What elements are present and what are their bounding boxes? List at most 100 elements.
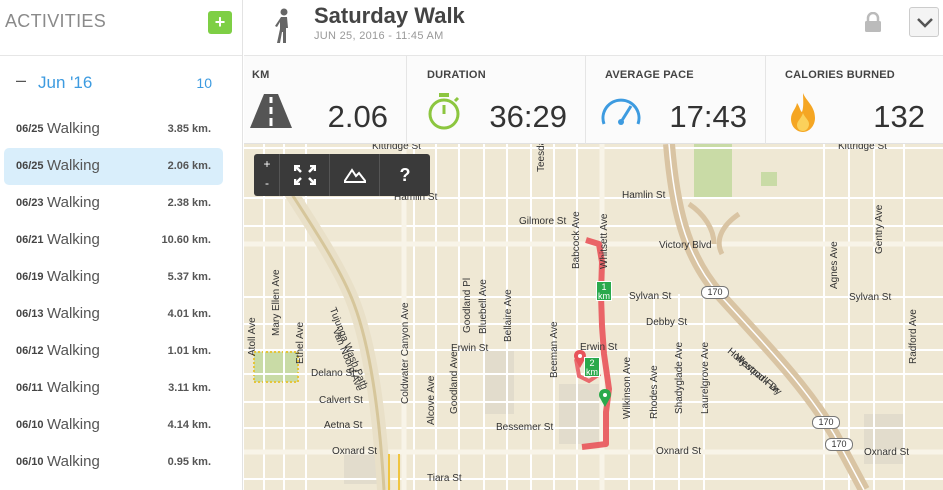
activity-type: Walking xyxy=(47,342,100,359)
activity-distance: 4.14 km. xyxy=(167,419,211,431)
activities-sidebar: ACTIVITIES + – Jun '16 10 06/25 Walking … xyxy=(0,0,243,490)
km-marker: 1 km xyxy=(596,281,612,301)
street-label: Whitsett Ave xyxy=(599,213,610,269)
activity-list-item[interactable]: 06/10 Walking 0.95 km. xyxy=(4,444,223,481)
activity-date: 06/25 xyxy=(16,123,44,135)
stat-pace: AVERAGE PACE 17:43 xyxy=(586,56,766,144)
lock-icon[interactable] xyxy=(864,12,882,32)
street-label: Debby St xyxy=(646,317,688,328)
street-label: Gentry Ave xyxy=(874,204,885,254)
street-label: Kittridge St xyxy=(372,144,421,152)
stat-km-value: 2.06 xyxy=(327,99,388,134)
route-map[interactable]: 1 km 2 km 170 170 170 Kittridge St Kittrid… xyxy=(244,144,943,490)
activity-date: 06/10 xyxy=(16,419,44,431)
activity-datetime: JUN 25, 2016 - 11:45 AM xyxy=(314,30,444,42)
street-label: Teesdale Ave xyxy=(536,144,547,172)
add-activity-button[interactable]: + xyxy=(208,11,232,34)
activity-type: Walking xyxy=(47,231,100,248)
walking-person-icon xyxy=(275,8,288,43)
street-label: Bluebell Ave xyxy=(478,279,489,334)
activity-distance: 3.85 km. xyxy=(167,123,211,135)
fullscreen-button[interactable] xyxy=(280,154,330,196)
zoom-in-button[interactable]: + xyxy=(254,157,280,171)
street-label: Goodland Pl xyxy=(462,277,473,333)
park-area xyxy=(253,351,299,383)
activity-distance: 0.95 km. xyxy=(167,456,211,468)
stat-duration-label: DURATION xyxy=(427,69,486,81)
activity-list-item-selected[interactable]: 06/25 Walking 2.06 km. xyxy=(4,148,223,185)
stat-calories-value: 132 xyxy=(873,99,925,134)
stat-duration-value: 36:29 xyxy=(489,99,567,134)
street-label: Beeman Ave xyxy=(549,321,560,378)
activity-list-item[interactable]: 06/12 Walking 1.01 km. xyxy=(4,333,223,370)
stat-calories-label: CALORIES BURNED xyxy=(785,69,895,81)
street-label: Mary Ellen Ave xyxy=(271,269,282,336)
park-area xyxy=(694,144,732,199)
highway-shield: 170 xyxy=(812,416,840,429)
speedometer-icon xyxy=(601,98,641,125)
activity-date: 06/11 xyxy=(16,382,43,394)
month-count: 10 xyxy=(196,75,212,91)
month-group-header[interactable]: – Jun '16 10 xyxy=(0,56,243,110)
activity-list-item[interactable]: 06/23 Walking 2.38 km. xyxy=(4,185,223,222)
activity-date: 06/13 xyxy=(16,308,44,320)
activity-header: Saturday Walk JUN 25, 2016 - 11:45 AM xyxy=(244,0,943,56)
activity-distance: 4.01 km. xyxy=(167,308,211,320)
km-marker: 2 km xyxy=(584,357,600,377)
street-label: Victory Blvd xyxy=(659,240,712,251)
activity-distance: 2.38 km. xyxy=(167,197,211,209)
street-label: Radford Ave xyxy=(908,309,919,364)
activity-list-item[interactable]: 06/11 Walking 3.11 km. xyxy=(4,370,223,407)
stat-pace-label: AVERAGE PACE xyxy=(605,69,694,81)
highway-shield: 170 xyxy=(701,286,729,299)
street-label: Sylvan St xyxy=(849,292,892,303)
highway-shield: 170 xyxy=(825,438,853,451)
terrain-button[interactable] xyxy=(330,154,380,196)
activity-type: Walking xyxy=(47,194,100,211)
activity-distance: 2.06 km. xyxy=(167,160,211,172)
street-label: Oxnard St xyxy=(864,447,910,458)
activity-date: 06/25 xyxy=(16,160,44,172)
activity-type: Walking xyxy=(47,157,100,174)
map-controls: + - ? xyxy=(254,154,430,196)
street-label: Tiara St xyxy=(427,473,462,484)
app-window: ACTIVITIES + – Jun '16 10 06/25 Walking … xyxy=(0,0,943,490)
stopwatch-icon xyxy=(428,93,460,130)
street-label: Hamlin St xyxy=(622,190,666,201)
street-label: Oxnard St xyxy=(332,446,378,457)
options-dropdown-button[interactable] xyxy=(909,7,939,37)
street-label: Bessemer St xyxy=(496,422,554,433)
activity-list-item[interactable]: 06/13 Walking 4.01 km. xyxy=(4,296,223,333)
help-button[interactable]: ? xyxy=(380,154,430,196)
street-label: Ethel Ave xyxy=(295,321,306,364)
sidebar-header: ACTIVITIES + xyxy=(0,0,242,56)
zoom-out-button[interactable]: - xyxy=(254,176,280,190)
activity-type: Walking xyxy=(47,268,100,285)
activity-type: Walking xyxy=(47,453,100,470)
flame-icon xyxy=(791,93,815,132)
stat-pace-value: 17:43 xyxy=(669,99,747,134)
street-label: Sylvan St xyxy=(629,291,672,302)
street-label: Wilkinson Ave xyxy=(622,356,633,419)
street-label: Oxnard St xyxy=(656,446,702,457)
street-label: Aetna St xyxy=(324,420,363,431)
expand-icon xyxy=(294,165,316,185)
activity-list-item[interactable]: 06/25 Walking 3.85 km. xyxy=(4,111,223,148)
activity-type: Walking xyxy=(47,416,100,433)
stat-km: KM 2.06 xyxy=(244,56,407,144)
activity-title[interactable]: Saturday Walk xyxy=(314,3,465,29)
activity-list-item[interactable]: 06/21 Walking 10.60 km. xyxy=(4,222,223,259)
stat-duration: DURATION 36:29 xyxy=(407,56,586,144)
activity-list-item[interactable]: 06/10 Walking 4.14 km. xyxy=(4,407,223,444)
collapse-icon[interactable]: – xyxy=(16,70,26,91)
street-label: Agnes Ave xyxy=(829,241,840,289)
activity-distance: 1.01 km. xyxy=(167,345,211,357)
stat-km-label: KM xyxy=(252,69,270,81)
activity-list: 06/25 Walking 3.85 km. 06/25 Walking 2.0… xyxy=(0,111,243,481)
activity-list-item[interactable]: 06/19 Walking 5.37 km. xyxy=(4,259,223,296)
street-label: Laurelgrove Ave xyxy=(700,341,711,414)
mountain-icon xyxy=(344,168,366,183)
stats-bar: KM 2.06 DURATION 36:29 AVERAGE PACE 17:4… xyxy=(244,56,943,144)
street-label: Erwin St xyxy=(580,342,618,353)
activity-detail: Saturday Walk JUN 25, 2016 - 11:45 AM KM xyxy=(244,0,943,490)
